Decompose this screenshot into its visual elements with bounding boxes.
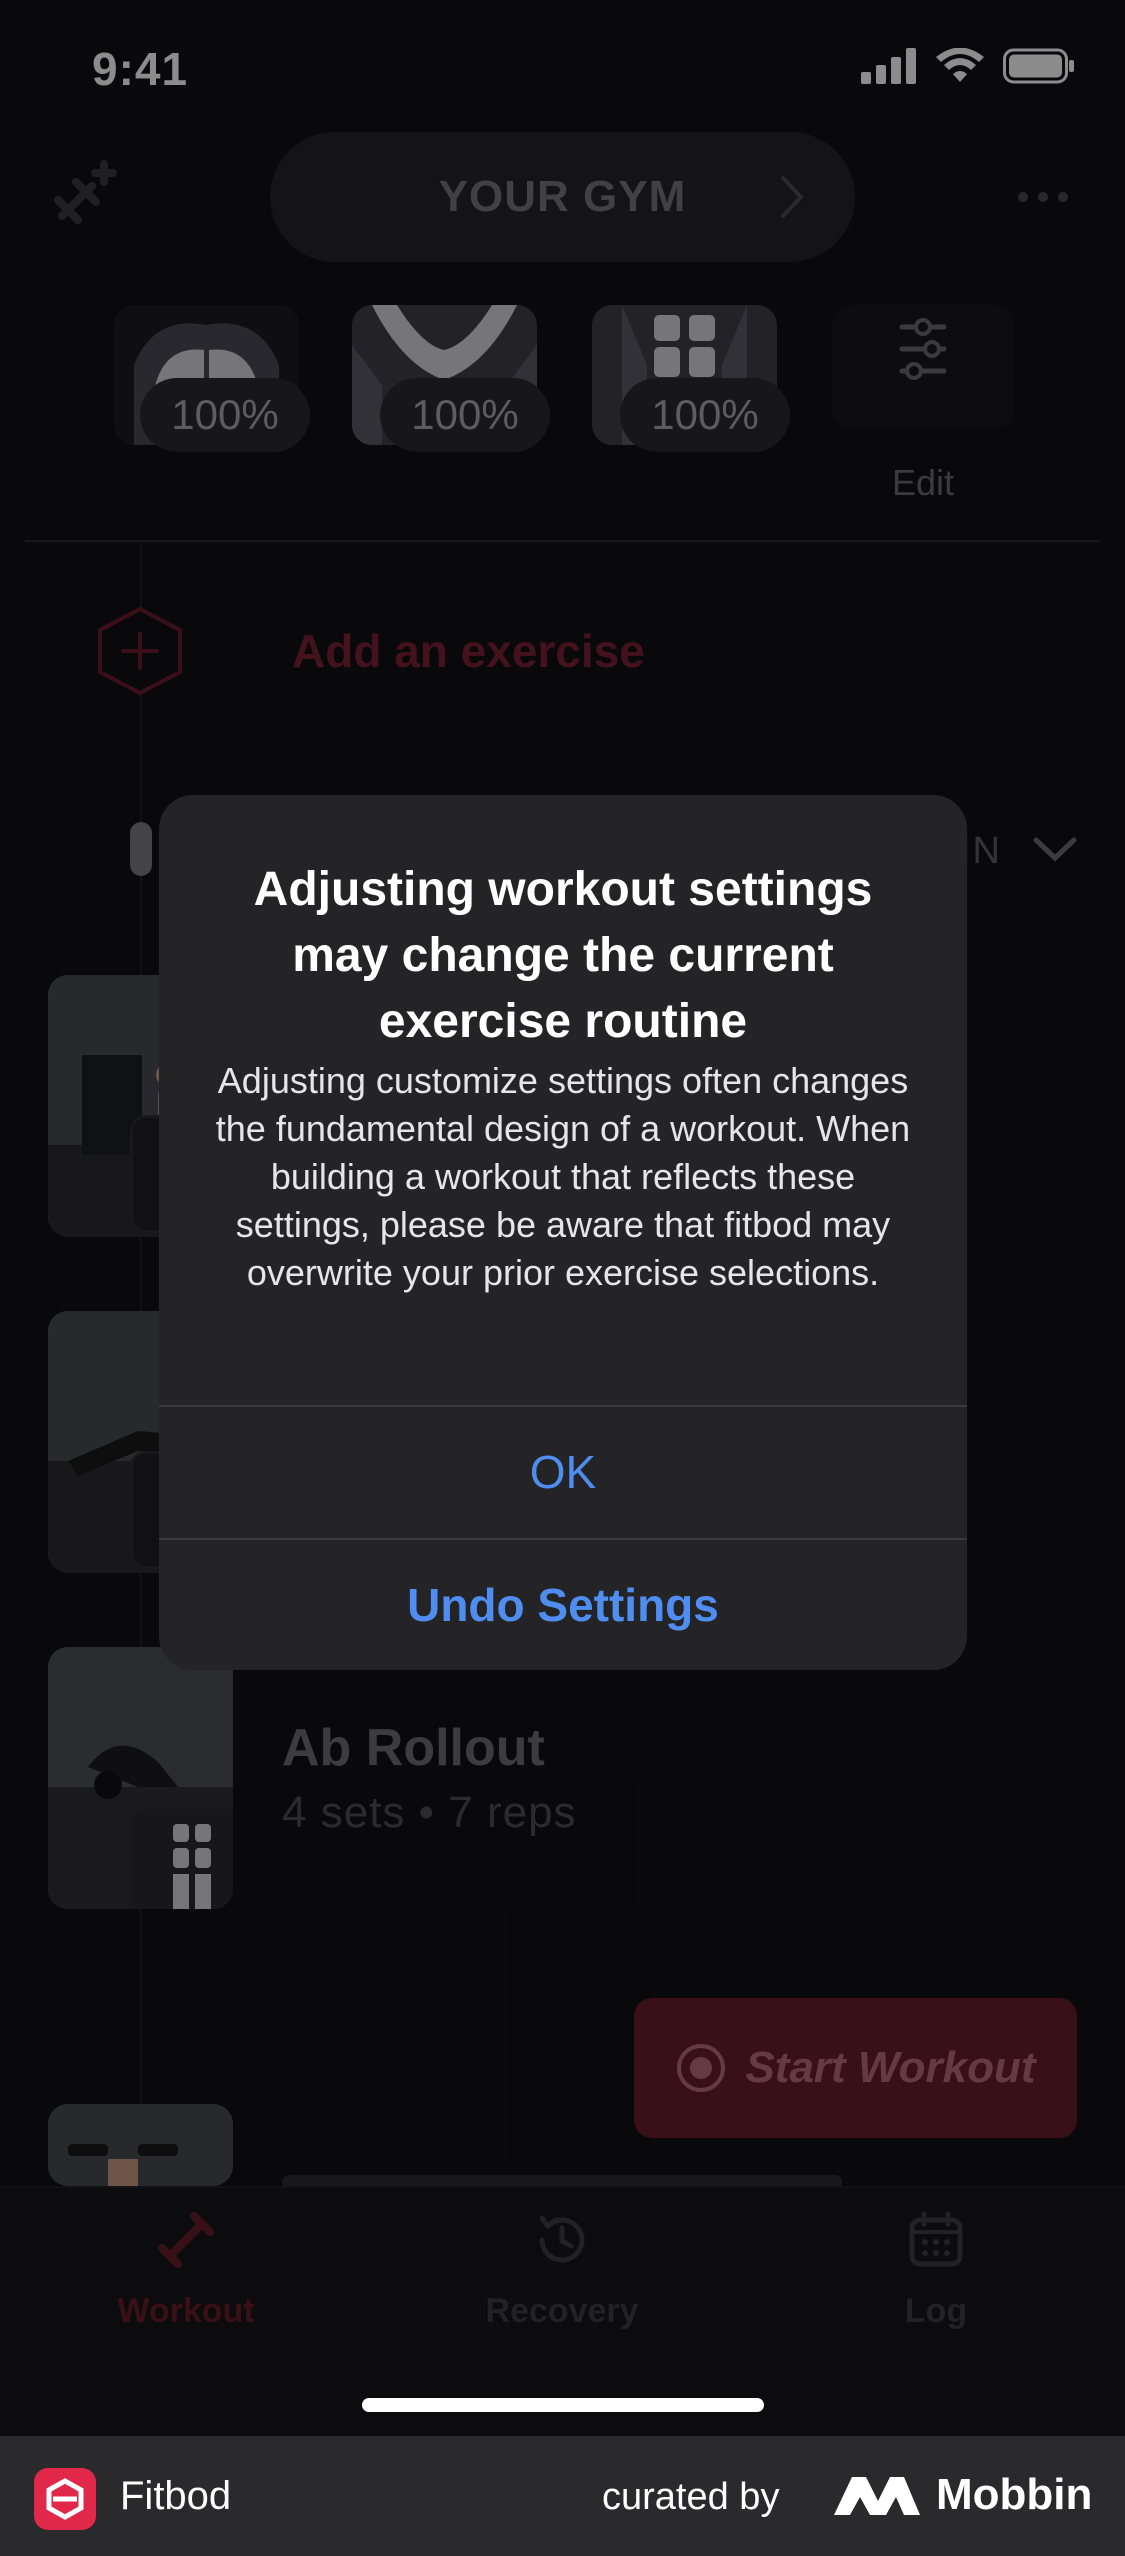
footer-brand-name: Mobbin — [936, 2470, 1093, 2519]
alert-message: Adjusting customize settings often chang… — [215, 1060, 911, 1293]
undo-settings-button[interactable]: Undo Settings — [159, 1540, 967, 1670]
alert-title: Adjusting workout settings may change th… — [253, 863, 873, 1048]
mobbin-logo-icon — [834, 2477, 920, 2515]
fitbod-logo-icon — [34, 2468, 96, 2530]
footer-curated-by: curated by — [602, 2476, 780, 2518]
ok-button[interactable]: OK — [159, 1407, 967, 1537]
mobbin-brand: Mobbin — [832, 2470, 1092, 2520]
footer-app-name: Fitbod — [120, 2474, 232, 2518]
home-indicator — [362, 2398, 764, 2412]
alert-dialog: Adjusting workout settings may change th… — [159, 795, 967, 1670]
